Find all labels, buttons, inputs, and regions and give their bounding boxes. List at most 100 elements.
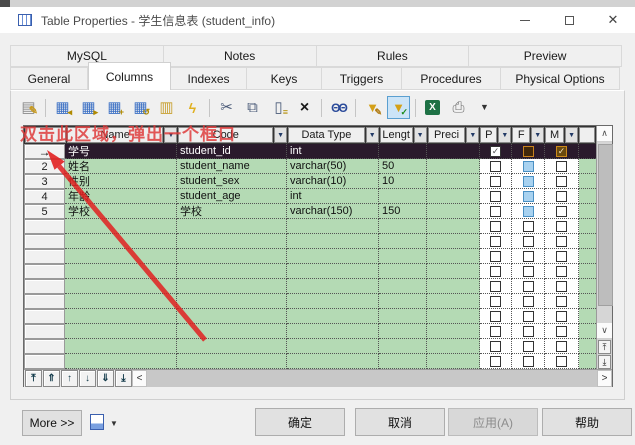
- more-button[interactable]: More >>: [22, 410, 82, 436]
- cell-primary-key[interactable]: [480, 294, 512, 309]
- cell-name[interactable]: [65, 234, 177, 249]
- empty-table-row[interactable]: [24, 219, 596, 234]
- minimize-button[interactable]: [503, 7, 547, 33]
- row-header-button[interactable]: [24, 234, 65, 249]
- tab-preview[interactable]: Preview: [469, 45, 622, 67]
- cell-precision[interactable]: [427, 354, 480, 369]
- cell-name[interactable]: [65, 294, 177, 309]
- paste-icon[interactable]: ▯≡: [267, 96, 290, 119]
- tab-keys[interactable]: Keys: [247, 67, 322, 90]
- help-button[interactable]: 帮助: [542, 408, 632, 436]
- cell-name[interactable]: [65, 279, 177, 294]
- empty-table-row[interactable]: [24, 309, 596, 324]
- tab-general[interactable]: General: [10, 67, 88, 90]
- cell-primary-key[interactable]: [480, 144, 512, 159]
- cell-primary-key-checkbox[interactable]: [490, 236, 501, 247]
- cell-mandatory-checkbox[interactable]: [556, 251, 567, 262]
- cell-primary-key[interactable]: [480, 324, 512, 339]
- cell-foreign-key[interactable]: [512, 309, 545, 324]
- cell-mandatory-checkbox[interactable]: [556, 266, 567, 277]
- cell-primary-key[interactable]: [480, 219, 512, 234]
- cell-foreign-key-checkbox[interactable]: [523, 236, 534, 247]
- row-header-button[interactable]: [24, 279, 65, 294]
- table-row[interactable]: →学号student_idint: [24, 144, 596, 159]
- profile-save-icon[interactable]: [90, 414, 104, 430]
- column-header-dropdown-icon[interactable]: ▼: [531, 127, 544, 143]
- cell-precision[interactable]: [427, 309, 480, 324]
- cell-primary-key-checkbox[interactable]: [490, 191, 501, 202]
- cell-primary-key[interactable]: [480, 249, 512, 264]
- column-header-label[interactable]: M: [545, 127, 564, 143]
- ok-button[interactable]: 确定: [255, 408, 345, 436]
- cell-primary-key-checkbox[interactable]: [490, 356, 501, 367]
- cell-name[interactable]: 学号: [65, 144, 177, 159]
- move-down-button[interactable]: ↓: [79, 370, 96, 387]
- cell-code[interactable]: student_sex: [177, 174, 287, 189]
- cell-length[interactable]: [379, 144, 427, 159]
- cell-mandatory-checkbox[interactable]: [556, 236, 567, 247]
- column-header-dropdown-icon[interactable]: ▼: [466, 127, 479, 143]
- tab-triggers[interactable]: Triggers: [322, 67, 402, 90]
- cell-primary-key-checkbox[interactable]: [490, 221, 501, 232]
- column-header-label[interactable]: Data Type: [288, 127, 365, 143]
- cell-foreign-key-checkbox[interactable]: [523, 326, 534, 337]
- cell-foreign-key-checkbox[interactable]: [523, 341, 534, 352]
- cell-data-type[interactable]: int: [287, 189, 379, 204]
- cell-name[interactable]: [65, 339, 177, 354]
- cell-precision[interactable]: [427, 204, 480, 219]
- tab-indexes[interactable]: Indexes: [171, 67, 247, 90]
- cell-length[interactable]: 50: [379, 159, 427, 174]
- cell-data-type[interactable]: [287, 294, 379, 309]
- cell-code[interactable]: [177, 279, 287, 294]
- horizontal-scroll-track[interactable]: [147, 370, 597, 387]
- scroll-left-button[interactable]: <: [132, 370, 147, 387]
- filter-edit-icon[interactable]: ▼✎: [361, 96, 384, 119]
- tab-columns[interactable]: Columns: [88, 62, 171, 90]
- cell-primary-key-checkbox[interactable]: [490, 251, 501, 262]
- cell-length[interactable]: 150: [379, 204, 427, 219]
- cell-foreign-key[interactable]: [512, 249, 545, 264]
- tab-physical-options[interactable]: Physical Options: [501, 67, 620, 90]
- cell-data-type[interactable]: [287, 234, 379, 249]
- cell-data-type[interactable]: [287, 339, 379, 354]
- cell-primary-key-checkbox[interactable]: [490, 206, 501, 217]
- tab-procedures[interactable]: Procedures: [402, 67, 501, 90]
- cell-code[interactable]: student_id: [177, 144, 287, 159]
- cell-precision[interactable]: [427, 174, 480, 189]
- cell-mandatory-checkbox[interactable]: [556, 281, 567, 292]
- insert-first-row-icon[interactable]: ▦◂: [51, 96, 74, 119]
- insert-row-icon[interactable]: ▦▸: [77, 96, 100, 119]
- cell-mandatory[interactable]: [545, 204, 579, 219]
- cell-primary-key-checkbox[interactable]: [490, 161, 501, 172]
- row-header-button[interactable]: [24, 294, 65, 309]
- vertical-scroll-thumb[interactable]: [598, 144, 613, 306]
- cell-primary-key[interactable]: [480, 204, 512, 219]
- cell-mandatory[interactable]: [545, 144, 579, 159]
- profile-dropdown-icon[interactable]: ▼: [110, 419, 118, 428]
- move-last-button[interactable]: ⤓: [115, 370, 132, 387]
- cell-code[interactable]: 学校: [177, 204, 287, 219]
- cell-data-type[interactable]: [287, 324, 379, 339]
- cell-length[interactable]: [379, 324, 427, 339]
- find-icon[interactable]: ΘΘ: [327, 96, 350, 119]
- cell-mandatory-checkbox[interactable]: [556, 176, 567, 187]
- empty-table-row[interactable]: [24, 339, 596, 354]
- row-header-button[interactable]: [24, 264, 65, 279]
- cell-code[interactable]: [177, 339, 287, 354]
- cell-foreign-key[interactable]: [512, 234, 545, 249]
- cell-precision[interactable]: [427, 324, 480, 339]
- cell-length[interactable]: [379, 294, 427, 309]
- cell-mandatory-checkbox[interactable]: [556, 161, 567, 172]
- cell-foreign-key-checkbox[interactable]: [523, 356, 534, 367]
- cell-mandatory[interactable]: [545, 174, 579, 189]
- cell-primary-key[interactable]: [480, 189, 512, 204]
- row-header-button[interactable]: [24, 309, 65, 324]
- cell-data-type[interactable]: [287, 354, 379, 369]
- table-row[interactable]: 3性别student_sexvarchar(10)10: [24, 174, 596, 189]
- cell-mandatory-checkbox[interactable]: [556, 206, 567, 217]
- cell-foreign-key-checkbox[interactable]: [523, 161, 534, 172]
- cell-foreign-key[interactable]: [512, 189, 545, 204]
- row-header-button[interactable]: [24, 249, 65, 264]
- cell-precision[interactable]: [427, 219, 480, 234]
- add-row-icon[interactable]: ▦+: [103, 96, 126, 119]
